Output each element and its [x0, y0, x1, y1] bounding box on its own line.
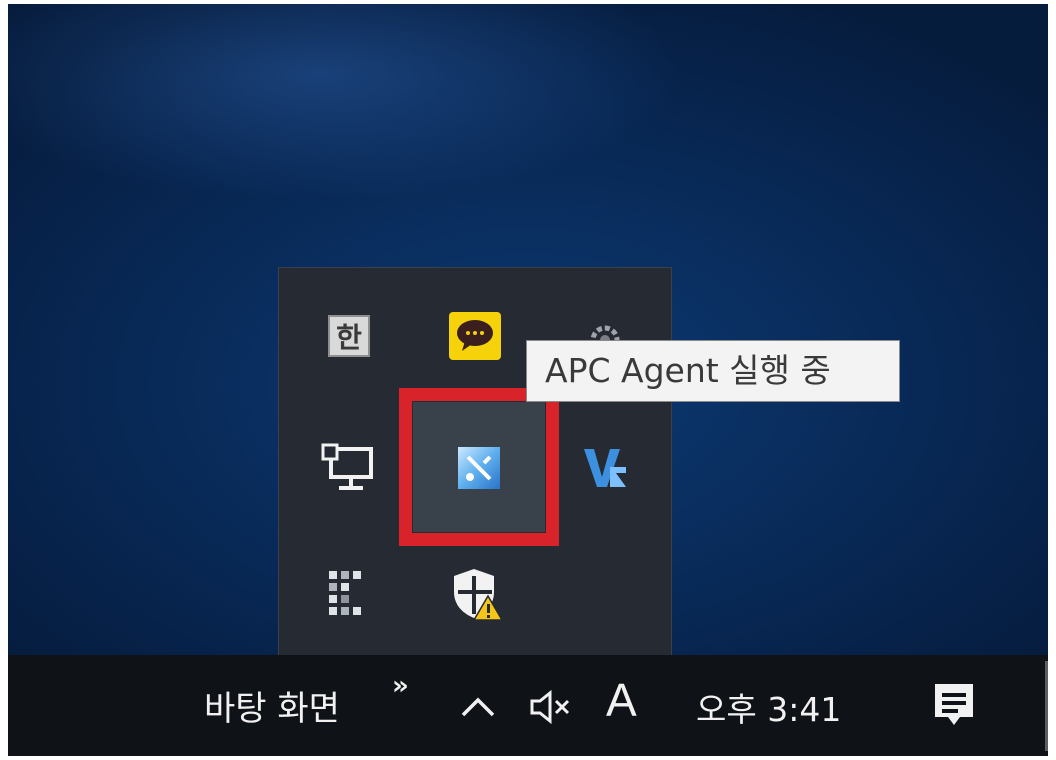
apc-agent-icon[interactable] — [449, 438, 509, 498]
tray-overflow-flyout: 한 — [278, 267, 672, 660]
network-icon[interactable] — [319, 438, 379, 498]
show-hidden-icons-chevron-icon[interactable] — [458, 691, 498, 725]
taskbar: 바탕 화면 » A 오후 3:41 — [8, 655, 1048, 756]
security-warning-icon[interactable] — [447, 564, 507, 624]
apc-agent-tooltip: APC Agent 실행 중 — [526, 340, 900, 402]
show-desktop-edge[interactable] — [1045, 661, 1048, 751]
desktop-background: 한 APC Agent 실행 중 바탕 화면 » A 오후 3:41 — [8, 4, 1048, 756]
svg-text:한: 한 — [336, 321, 362, 354]
input-method-indicator[interactable]: A — [606, 673, 637, 727]
hangul-ime-icon[interactable]: 한 — [319, 306, 379, 366]
volume-muted-icon[interactable] — [528, 687, 578, 731]
grid-icon[interactable] — [319, 564, 379, 624]
kakaotalk-icon[interactable] — [445, 306, 505, 366]
action-center-notification-icon[interactable] — [932, 681, 976, 735]
toolbar-expand-chevron-icon[interactable]: » — [392, 671, 409, 701]
vs-icon[interactable] — [575, 438, 635, 498]
taskbar-clock[interactable]: 오후 3:41 — [696, 683, 841, 731]
desktop-toolbar-label[interactable]: 바탕 화면 — [204, 681, 340, 730]
